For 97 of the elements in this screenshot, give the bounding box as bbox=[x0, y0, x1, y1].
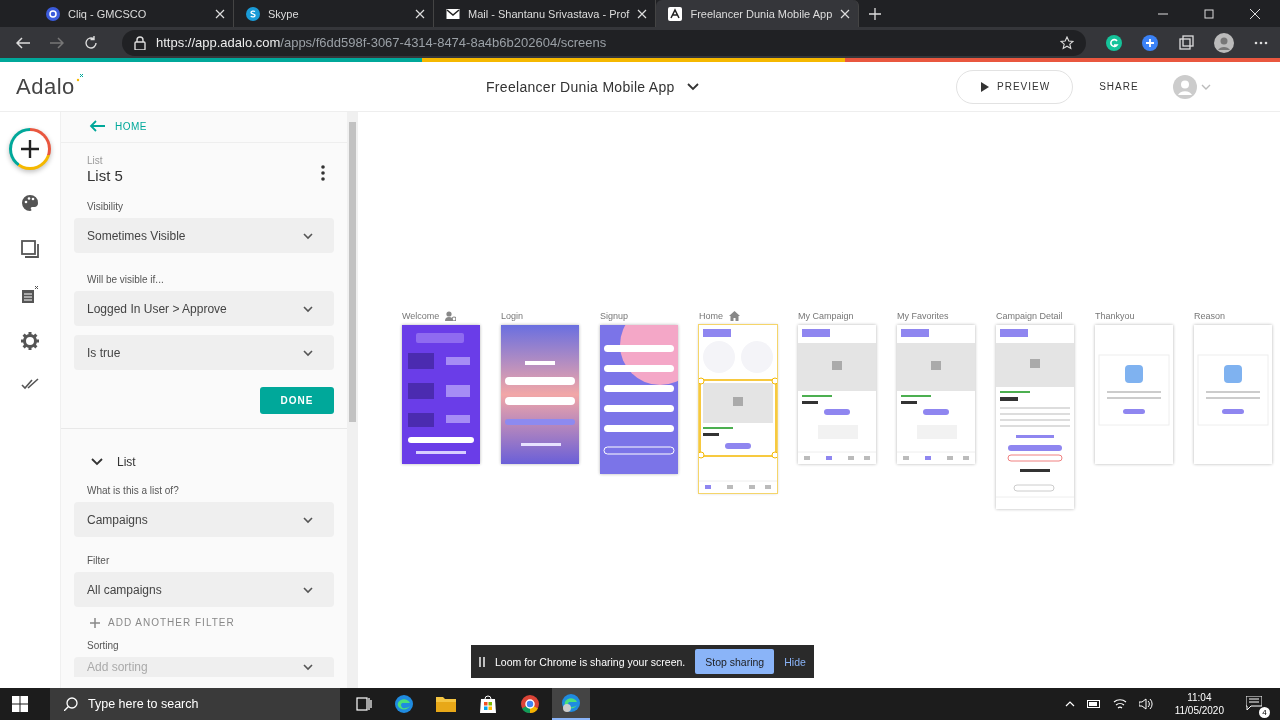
task-view-icon[interactable] bbox=[356, 696, 372, 712]
folder-icon[interactable] bbox=[436, 695, 456, 713]
edge-browser-icon bbox=[561, 693, 581, 713]
plus-icon bbox=[90, 617, 100, 628]
chevron-down-icon bbox=[302, 662, 314, 672]
dropdown-field[interactable]: Is true bbox=[74, 335, 334, 370]
plus-icon bbox=[20, 139, 40, 159]
phone-screen-drawing[interactable] bbox=[501, 325, 579, 464]
close-icon[interactable] bbox=[840, 8, 851, 19]
taskbar-clock[interactable]: 11:04 11/05/2020 bbox=[1164, 691, 1234, 717]
tab-title: Skype bbox=[268, 7, 300, 20]
close-icon[interactable] bbox=[1250, 8, 1260, 19]
hide-button[interactable]: Hide bbox=[784, 655, 806, 668]
dropdown-field[interactable]: All campaigns bbox=[74, 572, 334, 607]
chevron-down-icon bbox=[302, 303, 314, 314]
screen-name[interactable]: Thankyou bbox=[1095, 311, 1135, 321]
message-icon bbox=[1246, 696, 1262, 710]
chrome-icon[interactable] bbox=[520, 694, 540, 714]
settings-icon[interactable] bbox=[21, 332, 39, 350]
screen-share-message: Loom for Chrome is sharing your screen. bbox=[495, 655, 686, 668]
screens-icon[interactable] bbox=[21, 240, 39, 258]
screen-name[interactable]: Welcome bbox=[402, 311, 440, 321]
tab-title: Cliq - GMCSCO bbox=[68, 7, 148, 20]
stop-sharing-button[interactable]: Stop sharing bbox=[695, 649, 775, 674]
field-label: Visibility bbox=[86, 201, 124, 214]
chevron-down-icon bbox=[302, 514, 314, 525]
star-icon[interactable] bbox=[1060, 35, 1074, 50]
pause-icon bbox=[479, 656, 485, 667]
close-icon[interactable] bbox=[637, 8, 648, 19]
app-logo: Adalo bbox=[16, 73, 75, 100]
screen-name[interactable]: Login bbox=[501, 311, 524, 321]
plus-icon[interactable] bbox=[1142, 34, 1158, 51]
tab-favicon-icon bbox=[246, 6, 260, 21]
palette-icon[interactable] bbox=[21, 194, 39, 212]
edge-browser-icon[interactable] bbox=[394, 694, 414, 714]
chevron-up-icon[interactable] bbox=[1064, 701, 1075, 707]
dropdown-field[interactable]: Sometimes Visible bbox=[74, 218, 334, 253]
chevron-down-icon bbox=[302, 347, 314, 358]
field-label: Filter bbox=[86, 555, 111, 568]
play-icon bbox=[981, 81, 989, 92]
battery-icon[interactable] bbox=[1086, 700, 1101, 708]
wifi-icon[interactable] bbox=[1112, 698, 1127, 710]
speaker-icon[interactable] bbox=[1138, 698, 1153, 710]
close-icon[interactable] bbox=[415, 8, 425, 19]
tab-favicon-icon bbox=[668, 6, 683, 21]
component-type-label: List bbox=[87, 155, 104, 166]
forward-arrow-icon[interactable] bbox=[50, 36, 64, 49]
collections-icon[interactable] bbox=[1178, 34, 1194, 51]
field-label: Sorting bbox=[86, 640, 120, 653]
taskbar-search-field[interactable]: Type here to search bbox=[50, 688, 340, 720]
preview-button[interactable]: PREVIEW bbox=[956, 69, 1074, 104]
avatar-icon[interactable] bbox=[1214, 32, 1234, 53]
screen-name[interactable]: My Favorites bbox=[897, 311, 949, 321]
screen-name[interactable]: Home bbox=[699, 311, 723, 321]
sparkle-icon bbox=[75, 73, 84, 82]
chevron-down-icon bbox=[302, 230, 314, 241]
new-tab-icon[interactable] bbox=[869, 7, 882, 20]
double-check-icon[interactable] bbox=[21, 378, 39, 390]
section-toggle[interactable]: List bbox=[61, 455, 347, 469]
browser-tab[interactable]: Freelancer Dunia Mobile App bbox=[656, 0, 860, 27]
dropdown-field[interactable]: Logged In User > Approve bbox=[74, 291, 334, 326]
back-arrow-icon bbox=[89, 120, 105, 132]
scrollbar[interactable] bbox=[347, 112, 358, 688]
add-filter-link[interactable]: ADD ANOTHER FILTER bbox=[74, 613, 334, 628]
dropdown-field[interactable]: Campaigns bbox=[74, 502, 334, 537]
store-icon[interactable] bbox=[478, 694, 498, 714]
notification-count: 4 bbox=[1259, 707, 1270, 718]
share-button[interactable]: SHARE bbox=[1093, 80, 1145, 93]
tab-favicon-icon bbox=[46, 6, 60, 21]
close-icon[interactable] bbox=[215, 8, 225, 19]
lock-icon bbox=[134, 35, 146, 50]
windows-start-icon[interactable] bbox=[12, 696, 28, 712]
field-label: Will be visible if... bbox=[86, 274, 165, 287]
reload-icon[interactable] bbox=[84, 35, 98, 50]
taskbar-app-button[interactable] bbox=[552, 688, 590, 720]
more-vertical-icon[interactable] bbox=[321, 165, 325, 181]
notifications-button[interactable]: 4 bbox=[1246, 690, 1270, 718]
tab-title: Freelancer Dunia Mobile App bbox=[690, 7, 833, 20]
screen-name[interactable]: Campaign Detail bbox=[996, 311, 1063, 321]
app-switcher[interactable]: Freelancer Dunia Mobile App bbox=[486, 78, 956, 95]
maximize-icon[interactable] bbox=[1204, 8, 1214, 19]
database-icon[interactable] bbox=[21, 286, 39, 304]
phone-screen-drawing[interactable] bbox=[402, 325, 480, 464]
back-arrow-icon[interactable] bbox=[16, 36, 30, 49]
envelope-icon bbox=[446, 6, 460, 21]
tab-title: Mail - Shantanu Srivastava - Prof bbox=[468, 7, 630, 20]
component-title: List 5 bbox=[87, 167, 123, 184]
screen-name[interactable]: Reason bbox=[1194, 311, 1226, 321]
screen-name[interactable]: My Campaign bbox=[798, 311, 854, 321]
caret-icon bbox=[686, 81, 699, 92]
search-icon bbox=[64, 697, 78, 711]
field-label: What is this a list of? bbox=[86, 485, 180, 498]
selection-frame[interactable] bbox=[699, 377, 777, 459]
more-icon[interactable] bbox=[1254, 40, 1268, 45]
screen-name[interactable]: Signup bbox=[600, 311, 629, 321]
chevron-down-icon bbox=[302, 584, 314, 595]
extension-icon[interactable] bbox=[1106, 34, 1122, 51]
